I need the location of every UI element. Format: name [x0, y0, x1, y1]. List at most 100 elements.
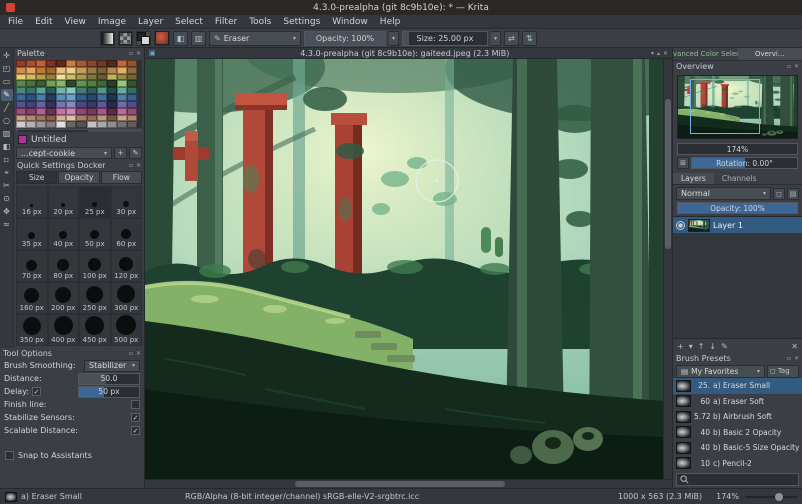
finish-line-checkbox[interactable] [131, 400, 140, 409]
menu-item[interactable]: Select [169, 17, 209, 27]
palette-swatch[interactable] [106, 80, 117, 88]
palette-swatch[interactable] [116, 73, 127, 81]
brush-size-cell[interactable]: 50 px [79, 218, 111, 250]
palette-swatch[interactable] [96, 73, 107, 81]
palette-swatch[interactable] [76, 60, 87, 67]
subwindow-restore-icon[interactable]: ▴ [657, 50, 660, 57]
float-docker-icon[interactable]: ▫ [787, 355, 791, 362]
layer-action-button[interactable]: ▾ [689, 342, 693, 351]
palette-swatch[interactable] [26, 107, 37, 115]
brush-preset-row[interactable]: 5.72 b) Airbrush Soft [673, 409, 802, 425]
mirror-horizontal-button[interactable]: ⇄ [504, 30, 519, 46]
palette-swatch[interactable] [66, 87, 77, 95]
palette-swatch[interactable] [96, 100, 107, 108]
tool-icon[interactable]: ╱ [1, 102, 13, 114]
palette-swatch[interactable] [96, 66, 107, 74]
palette-swatch[interactable] [36, 87, 47, 95]
brush-size-cell[interactable]: 20 px [47, 186, 79, 218]
float-docker-icon[interactable]: ▫ [129, 162, 133, 169]
palette-swatch[interactable] [16, 87, 27, 95]
palette-swatch[interactable] [76, 80, 87, 88]
palette-swatch[interactable] [16, 107, 27, 115]
palette-swatch[interactable] [16, 114, 27, 122]
menu-item[interactable]: Image [92, 17, 132, 27]
palette-swatch[interactable] [106, 87, 117, 95]
delete-layer-button[interactable]: ✕ [791, 342, 798, 351]
brush-preset-row[interactable]: 25. a) Eraser Small [673, 378, 802, 394]
preset-search-input[interactable] [692, 475, 795, 484]
palette-swatch[interactable] [56, 87, 67, 95]
toolbar-option-button[interactable]: ▥ [191, 30, 206, 46]
palette-swatch[interactable] [16, 73, 27, 81]
palette-select-combo[interactable]: ...cept-cookie ▾ [16, 147, 112, 159]
fg-bg-color-button[interactable] [136, 30, 151, 46]
palette-swatch[interactable] [106, 60, 117, 67]
palette-swatch[interactable] [66, 114, 77, 122]
brush-size-cell[interactable]: 250 px [79, 282, 111, 314]
palette-swatch[interactable] [86, 87, 97, 95]
palette-swatch[interactable] [86, 66, 97, 74]
palette-swatch[interactable] [106, 73, 117, 81]
tool-icon[interactable]: ⌖ [1, 167, 13, 179]
tab-channels[interactable]: Channels [714, 173, 765, 184]
palette-swatch[interactable] [26, 100, 37, 108]
palette-swatch[interactable] [36, 94, 47, 101]
palette-swatch[interactable] [76, 121, 87, 129]
palette-swatch[interactable] [26, 114, 37, 122]
palette-swatch[interactable] [46, 73, 57, 81]
overview-viewport-rect[interactable] [690, 79, 760, 134]
palette-swatch[interactable] [116, 66, 127, 74]
palette-swatch[interactable] [46, 107, 57, 115]
current-brush-icon[interactable] [5, 491, 17, 502]
brush-size-cell[interactable]: 30 px [110, 186, 142, 218]
palette-swatch[interactable] [126, 107, 137, 115]
tab-advanced-color-selector[interactable]: Advanced Color Selec... [673, 48, 738, 60]
palette-swatch[interactable] [126, 94, 137, 101]
brush-size-cell[interactable]: 40 px [47, 218, 79, 250]
titlebar[interactable]: 4.3.0-prealpha (git 8c9b10e): * — Krita [0, 0, 802, 15]
brush-preset-row[interactable]: 10 c) Pencil-2 [673, 456, 802, 472]
palette-swatch[interactable] [26, 121, 37, 129]
toolbar-option-button[interactable]: ◧ [173, 30, 188, 46]
tool-icon[interactable]: ◧ [1, 141, 13, 153]
palette-swatch[interactable] [126, 87, 137, 95]
selected-color-swatch[interactable] [18, 135, 27, 144]
palette-swatch[interactable] [66, 94, 77, 101]
layer-filter-button[interactable]: ▤ [787, 187, 799, 200]
blend-mode-select[interactable]: Normal ▾ [676, 187, 771, 200]
menu-item[interactable]: File [2, 17, 29, 27]
canvas-vertical-scrollbar[interactable] [663, 59, 672, 479]
close-docker-icon[interactable]: ✕ [136, 162, 141, 169]
palette-swatch[interactable] [86, 121, 97, 129]
document-titlebar[interactable]: ▣ 4.3.0-prealpha (git 8c9b10e): gaiteed.… [145, 48, 672, 59]
palette-swatch[interactable] [46, 94, 57, 101]
palette-swatch[interactable] [126, 60, 137, 67]
layer-visibility-icon[interactable] [676, 220, 685, 230]
close-docker-icon[interactable]: ✕ [794, 63, 799, 70]
brush-size-cell[interactable]: 70 px [16, 250, 48, 282]
palette-swatch[interactable] [76, 87, 87, 95]
palette-swatch[interactable] [46, 87, 57, 95]
size-dropdown-button[interactable]: ▾ [491, 30, 501, 46]
opacity-dropdown-button[interactable]: ▾ [389, 30, 399, 46]
tool-icon[interactable]: ▫ [1, 154, 13, 166]
scalable-distance-checkbox[interactable]: ✓ [131, 426, 140, 435]
layer-row[interactable]: Layer 1 [673, 217, 802, 233]
palette-swatch[interactable] [56, 66, 67, 74]
palette-swatch[interactable] [96, 80, 107, 88]
palette-swatch[interactable] [116, 114, 127, 122]
brush-size-cell[interactable]: 300 px [110, 282, 142, 314]
palette-swatch[interactable] [126, 100, 137, 108]
menu-item[interactable]: Tools [243, 17, 277, 27]
palette-swatch[interactable] [66, 60, 77, 67]
layer-action-button[interactable]: ✎ [721, 342, 728, 351]
palette-swatch[interactable] [16, 121, 27, 129]
palette-swatch[interactable] [116, 121, 127, 129]
palette-swatch[interactable] [16, 60, 27, 67]
brush-preset-chooser-button[interactable] [154, 30, 170, 46]
palette-swatch[interactable] [16, 66, 27, 74]
tool-icon[interactable]: ○ [1, 115, 13, 127]
brush-size-cell[interactable]: 120 px [110, 250, 142, 282]
palette-swatch[interactable] [86, 100, 97, 108]
palette-swatch[interactable] [56, 100, 67, 108]
